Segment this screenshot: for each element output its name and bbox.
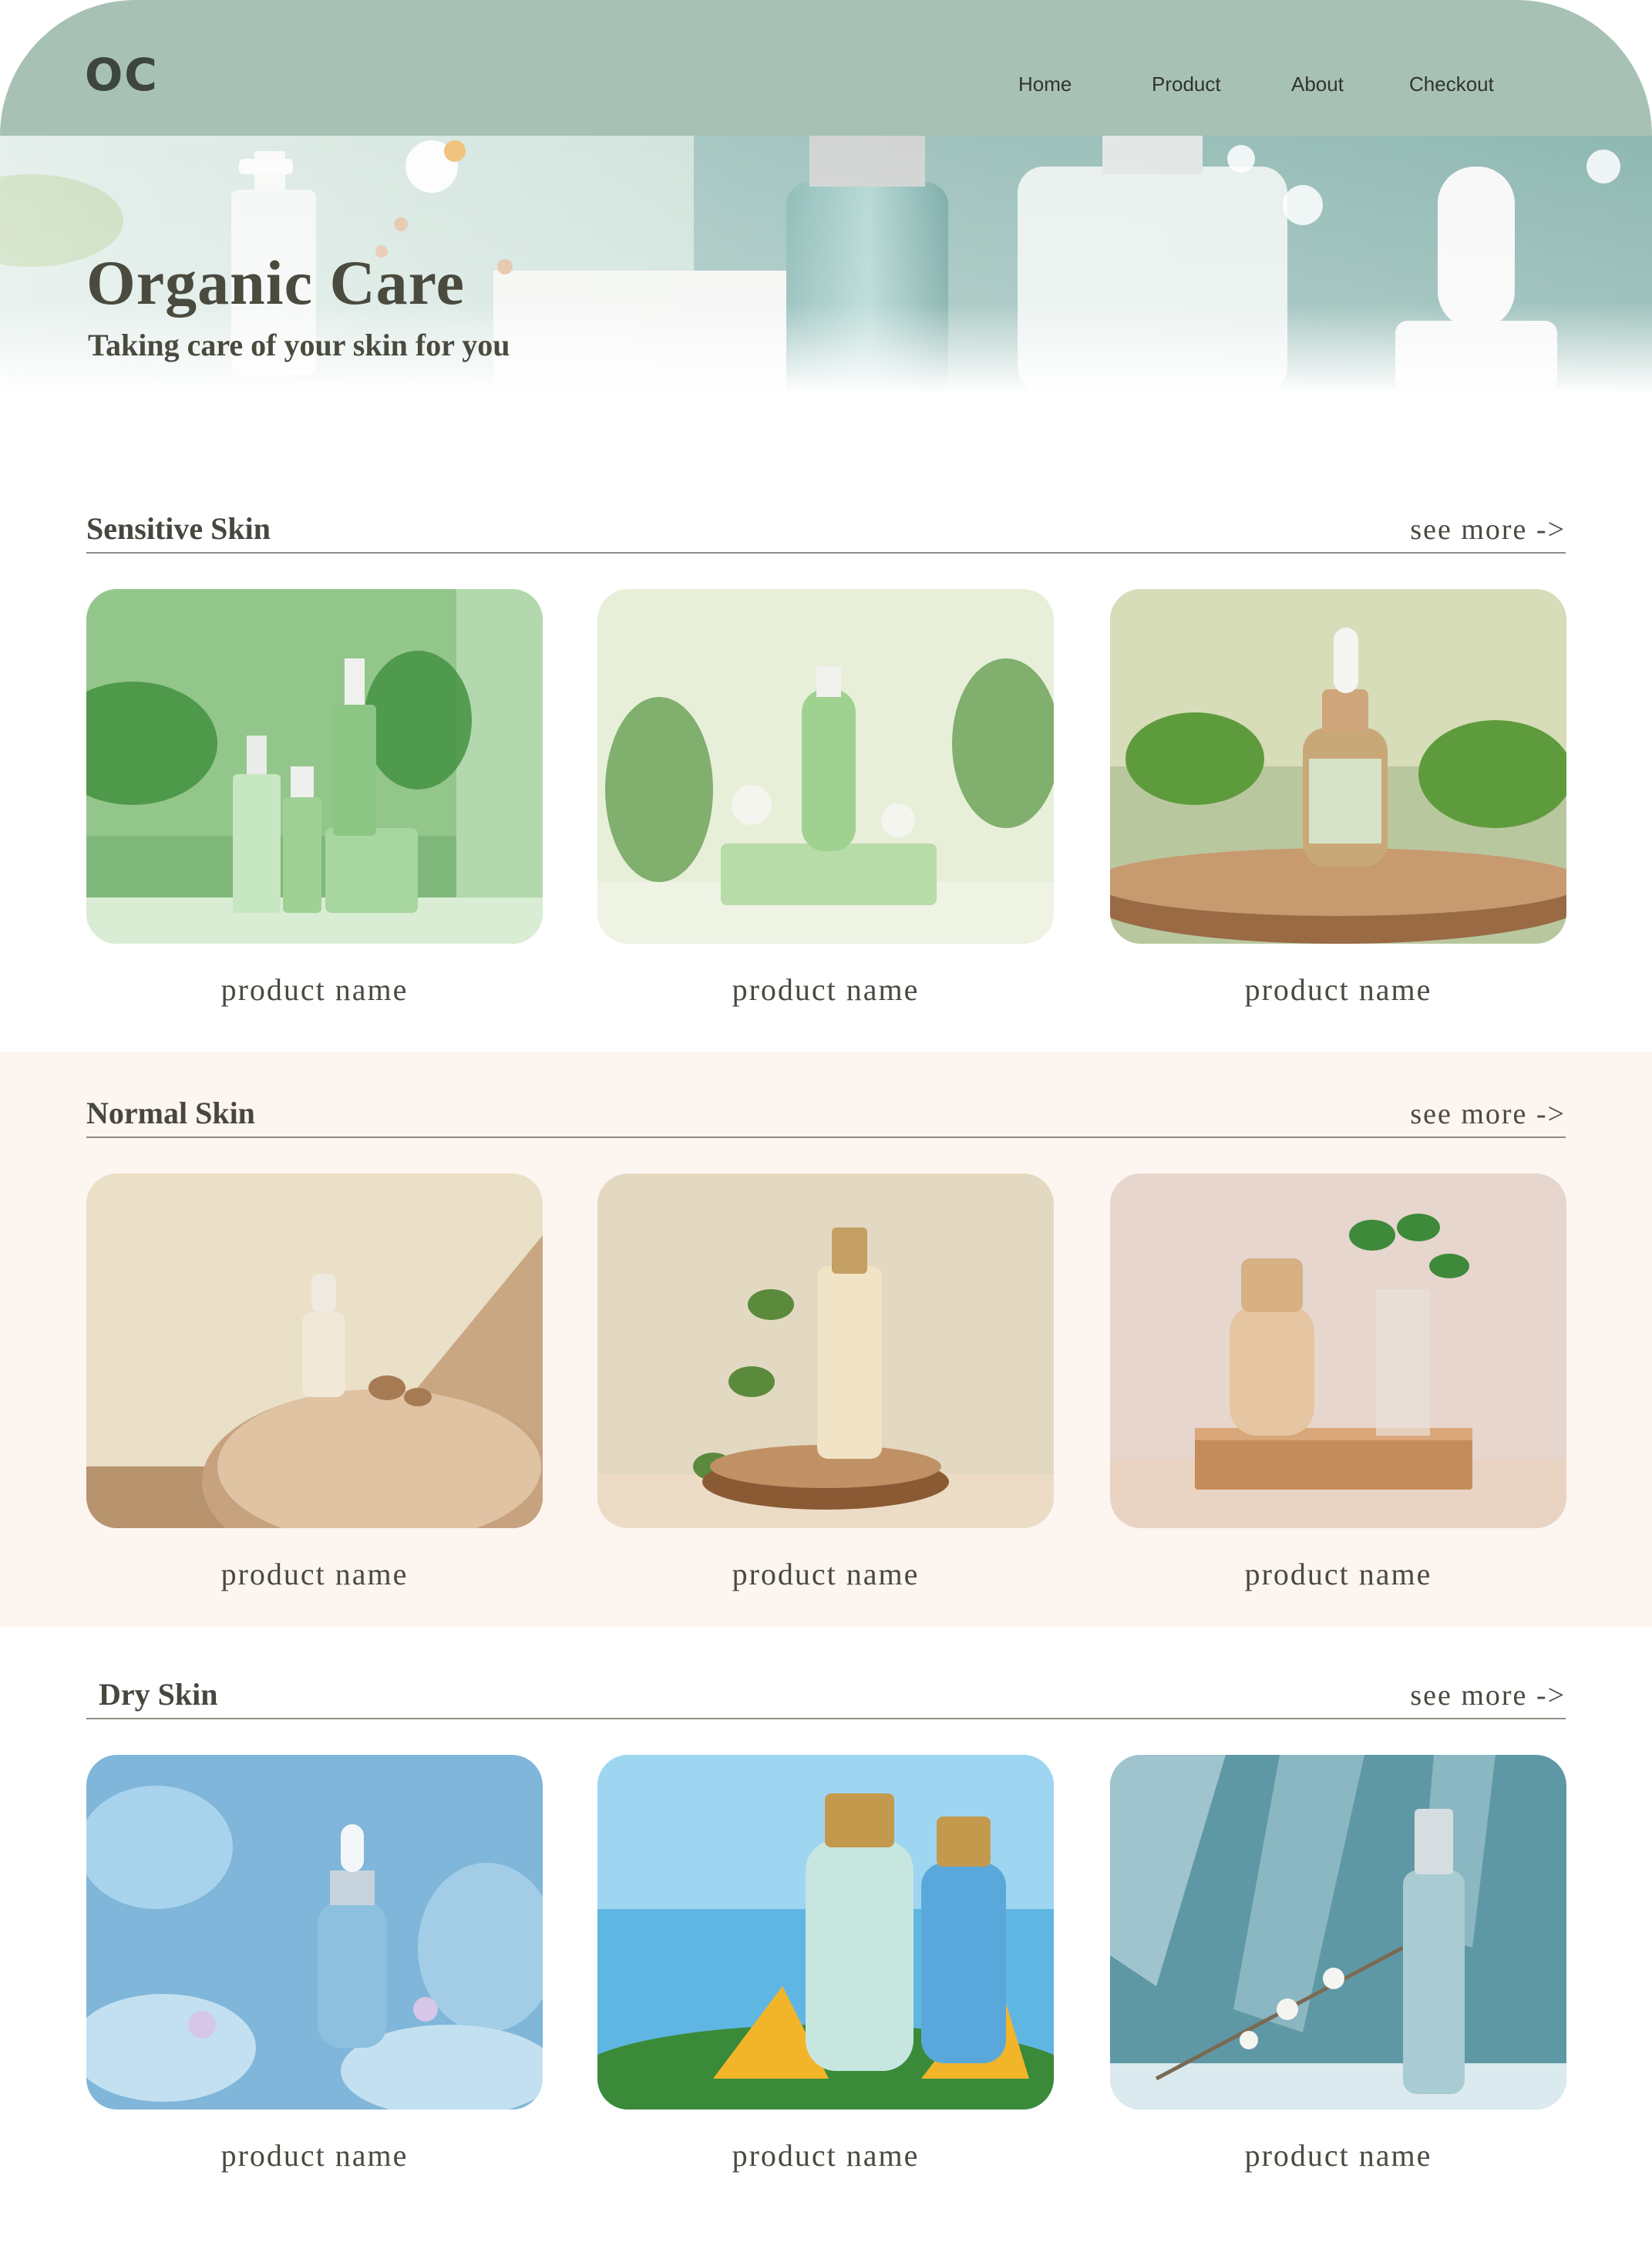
product-name: product name bbox=[732, 972, 920, 1007]
product-name: product name bbox=[220, 2138, 409, 2173]
product-name: product name bbox=[220, 972, 409, 1007]
section-divider bbox=[86, 1136, 1566, 1138]
page: OC Home Product About Checkout Organic C… bbox=[0, 0, 1652, 2256]
see-more-link[interactable]: see more -> bbox=[1410, 1099, 1566, 1129]
section-dry-skin: Dry Skin see more -> product name produc… bbox=[0, 1627, 1652, 2256]
nav-checkout[interactable]: Checkout bbox=[1409, 74, 1494, 94]
nav-about[interactable]: About bbox=[1291, 74, 1344, 94]
section-divider bbox=[86, 1718, 1566, 1719]
product-image bbox=[1110, 589, 1566, 944]
section-sensitive-skin: Sensitive Skin see more -> product name … bbox=[0, 463, 1652, 1049]
product-card[interactable]: product name bbox=[86, 1755, 543, 2171]
site-header: OC Home Product About Checkout bbox=[0, 0, 1652, 136]
product-name: product name bbox=[1244, 972, 1432, 1007]
product-name: product name bbox=[1244, 2138, 1432, 2173]
product-image bbox=[1110, 1173, 1566, 1528]
product-card[interactable]: product name bbox=[597, 1173, 1054, 1590]
product-image bbox=[86, 1173, 543, 1528]
product-image bbox=[1110, 1755, 1566, 2110]
product-card[interactable]: product name bbox=[1110, 1173, 1566, 1590]
hero-title: Organic Care bbox=[86, 247, 465, 318]
hero-subtitle: Taking care of your skin for you bbox=[88, 328, 510, 362]
see-more-link[interactable]: see more -> bbox=[1410, 515, 1566, 544]
product-image bbox=[597, 589, 1054, 944]
product-card[interactable]: product name bbox=[86, 1173, 543, 1590]
section-title: Dry Skin bbox=[99, 1677, 218, 1712]
section-divider bbox=[86, 552, 1566, 554]
section-title: Sensitive Skin bbox=[86, 511, 271, 546]
product-card[interactable]: product name bbox=[1110, 589, 1566, 1005]
product-name: product name bbox=[732, 2138, 920, 2173]
section-normal-skin: Normal Skin see more -> product name pro… bbox=[0, 1052, 1652, 1627]
product-card[interactable]: product name bbox=[86, 589, 543, 1005]
product-image bbox=[597, 1755, 1054, 2110]
product-image bbox=[86, 1755, 543, 2110]
product-card[interactable]: product name bbox=[597, 1755, 1054, 2171]
product-name: product name bbox=[732, 1557, 920, 1591]
nav-product[interactable]: Product bbox=[1152, 74, 1221, 94]
nav-home[interactable]: Home bbox=[1018, 74, 1072, 94]
product-card[interactable]: product name bbox=[1110, 1755, 1566, 2171]
logo[interactable]: OC bbox=[85, 52, 159, 97]
section-title: Normal Skin bbox=[86, 1096, 255, 1130]
see-more-link[interactable]: see more -> bbox=[1410, 1681, 1566, 1710]
product-image bbox=[597, 1173, 1054, 1528]
product-name: product name bbox=[220, 1557, 409, 1591]
product-card[interactable]: product name bbox=[597, 589, 1054, 1005]
product-image bbox=[86, 589, 543, 944]
product-name: product name bbox=[1244, 1557, 1432, 1591]
